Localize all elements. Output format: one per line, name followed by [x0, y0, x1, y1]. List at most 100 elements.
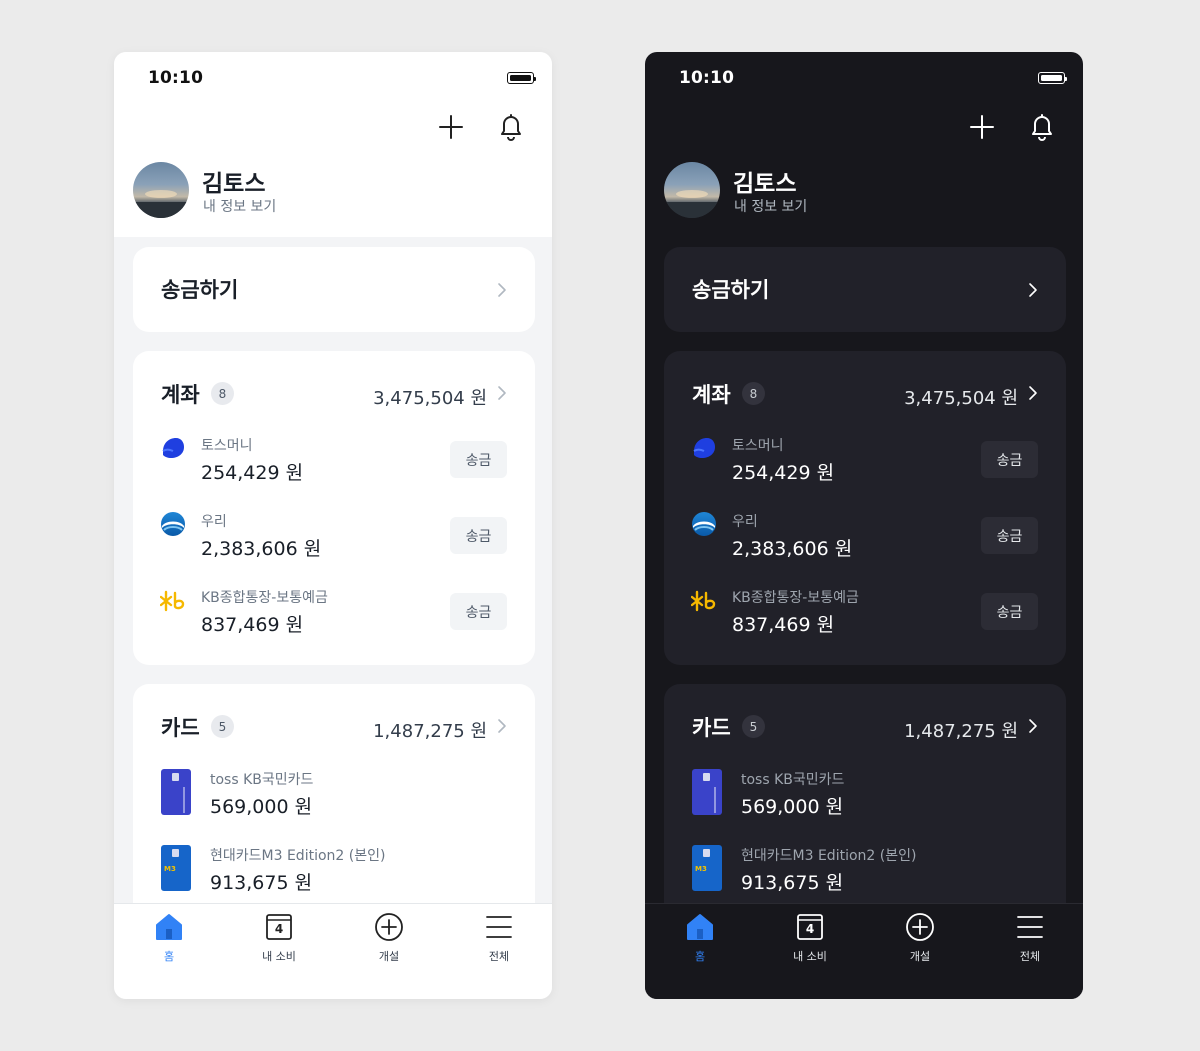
tab-spending[interactable]: 4 내 소비: [244, 912, 314, 964]
bell-icon: [501, 114, 521, 141]
accounts-title: 계좌: [161, 383, 200, 407]
m3-card-thumbnail: M3: [692, 845, 722, 891]
tab-home[interactable]: 홈: [665, 912, 735, 964]
chevron-right-icon: [1029, 283, 1037, 297]
tab-all[interactable]: 전체: [464, 912, 534, 964]
account-name: 토스머니: [732, 438, 784, 454]
cards-total[interactable]: 1,487,275 원: [904, 717, 1018, 743]
calendar-day-number: 4: [274, 922, 284, 936]
status-time: 10:10: [148, 68, 204, 88]
send-button[interactable]: 송금: [981, 441, 1038, 478]
cards-count-badge: 5: [211, 715, 234, 738]
card-amount: 569,000 원: [210, 796, 313, 818]
notification-button[interactable]: [1026, 111, 1058, 143]
account-name: KB종합통장-보통예금: [201, 590, 328, 606]
tab-open[interactable]: 개설: [885, 912, 955, 964]
tab-home-label: 홈: [163, 950, 175, 963]
battery-icon: [1038, 72, 1067, 84]
card-name: 현대카드M3 Edition2 (본인): [210, 848, 386, 864]
account-row[interactable]: KB종합통장-보통예금 837,469 원 송금: [664, 583, 1066, 643]
accounts-title: 계좌: [692, 383, 731, 407]
card-row[interactable]: M3 현대카드M3 Edition2 (본인) 913,675 원: [133, 845, 535, 905]
tab-spending-label: 내 소비: [262, 950, 296, 963]
account-amount: 837,469 원: [732, 614, 835, 636]
card-row[interactable]: toss KB국민카드 569,000 원: [664, 768, 1066, 828]
accounts-count-badge: 8: [211, 382, 234, 405]
profile-name[interactable]: 김토스: [202, 164, 265, 198]
chevron-right-icon[interactable]: [497, 718, 507, 734]
accounts-total[interactable]: 3,475,504 원: [904, 384, 1018, 410]
tab-all-label: 전체: [1019, 950, 1041, 963]
send-button[interactable]: 송금: [450, 517, 507, 554]
woori-logo-icon: [692, 512, 716, 536]
menu-icon: [1017, 916, 1043, 938]
cards-count-badge: 5: [742, 715, 765, 738]
send-button[interactable]: 송금: [981, 517, 1038, 554]
account-row[interactable]: 토스머니 254,429 원 송금: [133, 431, 535, 491]
send-money-card[interactable]: 송금하기: [664, 247, 1066, 332]
tab-all[interactable]: 전체: [995, 912, 1065, 964]
avatar[interactable]: [133, 162, 189, 218]
accounts-total[interactable]: 3,475,504 원: [373, 384, 487, 410]
toss-card-thumbnail: [161, 769, 191, 815]
account-amount: 254,429 원: [732, 462, 835, 484]
tab-open-label: 개설: [909, 950, 931, 963]
chevron-right-icon[interactable]: [1028, 385, 1038, 401]
send-button[interactable]: 송금: [981, 593, 1038, 630]
tab-spending-label: 내 소비: [793, 950, 827, 963]
account-name: 우리: [732, 514, 758, 530]
plus-icon: [970, 115, 994, 139]
view-profile-link[interactable]: 내 정보 보기: [203, 196, 276, 216]
card-badge: M3: [164, 865, 176, 873]
tab-spending[interactable]: 4 내 소비: [775, 912, 845, 964]
tab-home-label: 홈: [694, 950, 706, 963]
card-row[interactable]: toss KB국민카드 569,000 원: [133, 768, 535, 828]
account-row[interactable]: KB종합통장-보통예금 837,469 원 송금: [133, 583, 535, 643]
view-profile-link[interactable]: 내 정보 보기: [734, 196, 807, 216]
tab-open[interactable]: 개설: [354, 912, 424, 964]
send-button[interactable]: 송금: [450, 593, 507, 630]
accounts-card: 계좌 8 3,475,504 원 토스머니 254,429 원 송금 우리 2,…: [664, 351, 1066, 665]
m3-card-thumbnail: M3: [161, 845, 191, 891]
card-badge: M3: [695, 865, 707, 873]
cards-total[interactable]: 1,487,275 원: [373, 717, 487, 743]
plus-icon: [439, 115, 463, 139]
notification-button[interactable]: [495, 111, 527, 143]
accounts-count-badge: 8: [742, 382, 765, 405]
card-amount: 913,675 원: [741, 872, 844, 894]
add-button[interactable]: [435, 111, 467, 143]
account-amount: 2,383,606 원: [732, 538, 853, 560]
tab-open-label: 개설: [378, 950, 400, 963]
account-name: 토스머니: [201, 438, 253, 454]
add-button[interactable]: [966, 111, 998, 143]
profile-name[interactable]: 김토스: [733, 164, 796, 198]
kb-logo-icon: [691, 590, 716, 612]
send-button[interactable]: 송금: [450, 441, 507, 478]
card-row[interactable]: M3 현대카드M3 Edition2 (본인) 913,675 원: [664, 845, 1066, 905]
send-money-title: 송금하기: [161, 278, 239, 302]
account-name: 우리: [201, 514, 227, 530]
cards-title: 카드: [161, 716, 200, 740]
accounts-card: 계좌 8 3,475,504 원 토스머니 254,429 원 송금 우리 2,…: [133, 351, 535, 665]
tab-bar: 홈 4 내 소비 개설 전체: [645, 903, 1083, 999]
tab-all-label: 전체: [488, 950, 510, 963]
account-name: KB종합통장-보통예금: [732, 590, 859, 606]
chevron-right-icon[interactable]: [1028, 718, 1038, 734]
account-amount: 254,429 원: [201, 462, 304, 484]
chevron-right-icon[interactable]: [497, 385, 507, 401]
send-money-card[interactable]: 송금하기: [133, 247, 535, 332]
status-time: 10:10: [679, 68, 735, 88]
tab-home[interactable]: 홈: [134, 912, 204, 964]
menu-icon: [486, 916, 512, 938]
account-row[interactable]: 우리 2,383,606 원 송금: [664, 507, 1066, 567]
home-icon: [687, 914, 713, 940]
account-amount: 2,383,606 원: [201, 538, 322, 560]
avatar[interactable]: [664, 162, 720, 218]
account-row[interactable]: 토스머니 254,429 원 송금: [664, 431, 1066, 491]
bell-icon: [1032, 114, 1052, 141]
phone-light-theme: 10:10 김토스 내 정보 보기 송금하기 계좌 8 3,475,504 원: [114, 52, 552, 999]
phone-dark-theme: 10:10 김토스 내 정보 보기 송금하기 계좌 8 3,475,504 원: [645, 52, 1083, 999]
account-row[interactable]: 우리 2,383,606 원 송금: [133, 507, 535, 567]
toss-logo-icon: [693, 438, 715, 458]
account-amount: 837,469 원: [201, 614, 304, 636]
